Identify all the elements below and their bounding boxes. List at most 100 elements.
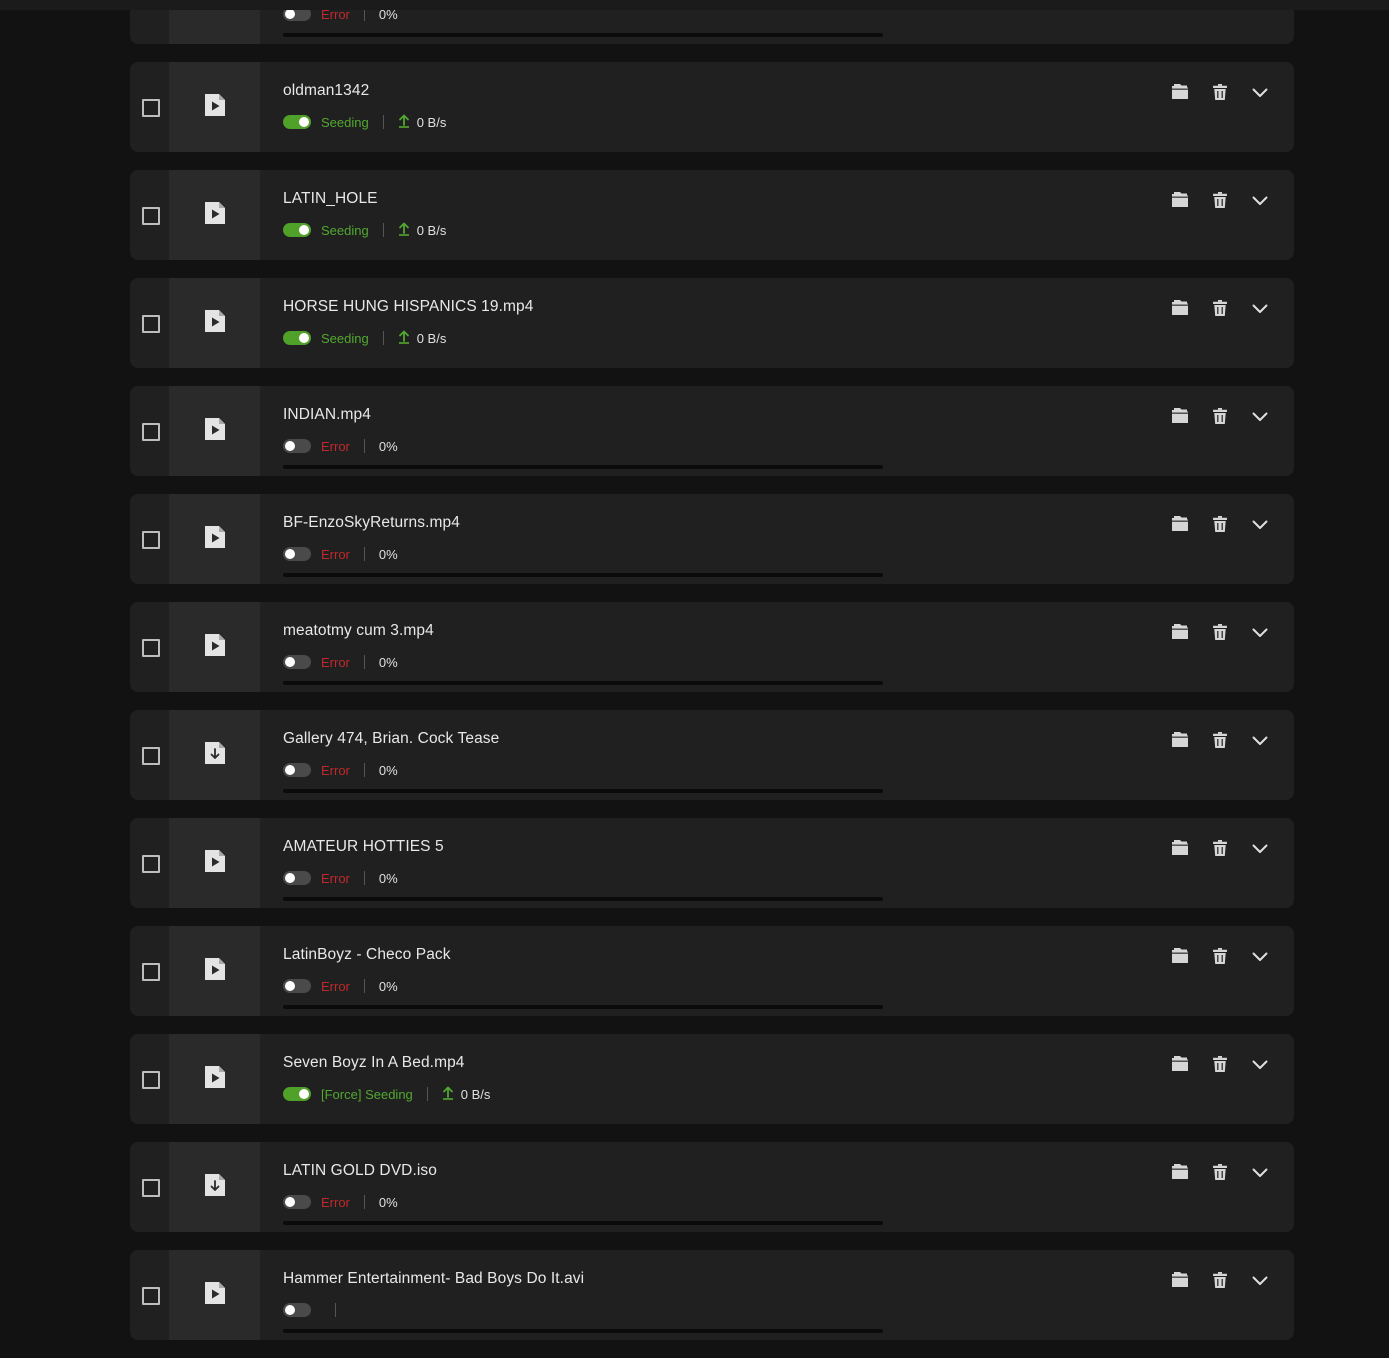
delete-button[interactable] [1208, 1271, 1232, 1292]
thumbnail[interactable] [169, 1142, 260, 1232]
start-stop-toggle[interactable] [283, 763, 311, 777]
delete-button[interactable] [1208, 83, 1232, 104]
open-folder-button[interactable] [1168, 515, 1192, 536]
start-stop-toggle[interactable] [283, 547, 311, 561]
thumbnail[interactable] [169, 386, 260, 476]
torrent-item[interactable]: Hammer Entertainment- Bad Boys Do It.avi [130, 1250, 1294, 1340]
expand-button[interactable] [1248, 516, 1272, 536]
thumbnail[interactable] [169, 1034, 260, 1124]
open-folder-button[interactable] [1168, 1271, 1192, 1292]
thumbnail[interactable] [169, 926, 260, 1016]
torrent-item[interactable]: oldman1342 Seeding 0 B/s [130, 62, 1294, 152]
thumbnail[interactable] [169, 494, 260, 584]
chevron-down-icon [1252, 517, 1268, 535]
start-stop-toggle[interactable] [283, 1087, 311, 1101]
open-folder-button[interactable] [1168, 731, 1192, 752]
torrent-item[interactable]: meatotmy cum 3.mp4 Error 0% [130, 602, 1294, 692]
select-checkbox[interactable] [142, 1179, 160, 1197]
start-stop-toggle[interactable] [283, 223, 311, 237]
select-checkbox[interactable] [142, 639, 160, 657]
start-stop-toggle[interactable] [283, 1303, 311, 1317]
start-stop-toggle[interactable] [283, 871, 311, 885]
torrent-item[interactable]: Seven Boyz In A Bed.mp4 [Force] Seeding … [130, 1034, 1294, 1124]
torrent-item[interactable]: AMATEUR HOTTIES 5 Error 0% [130, 818, 1294, 908]
start-stop-toggle[interactable] [283, 115, 311, 129]
thumbnail[interactable] [169, 602, 260, 692]
delete-button[interactable] [1208, 1163, 1232, 1184]
torrent-item[interactable]: LATIN_HOLE Seeding 0 B/s [130, 170, 1294, 260]
video-file-icon [204, 633, 226, 661]
start-stop-toggle[interactable] [283, 439, 311, 453]
upload-speed: 0 B/s [442, 1086, 490, 1103]
torrent-item[interactable]: Gallery 474, Brian. Cock Tease Error 0% [130, 710, 1294, 800]
thumbnail[interactable] [169, 62, 260, 152]
start-stop-toggle[interactable] [283, 655, 311, 669]
chevron-down-icon [1252, 1057, 1268, 1075]
open-folder-button[interactable] [1168, 83, 1192, 104]
progress-bar [283, 681, 883, 685]
open-folder-button[interactable] [1168, 947, 1192, 968]
delete-button[interactable] [1208, 407, 1232, 428]
select-checkbox[interactable] [142, 531, 160, 549]
expand-button[interactable] [1248, 408, 1272, 428]
torrent-name: oldman1342 [283, 82, 370, 99]
open-folder-button[interactable] [1168, 623, 1192, 644]
expand-button[interactable] [1248, 1272, 1272, 1292]
torrent-item[interactable]: BF-EnzoSkyReturns.mp4 Error 0% [130, 494, 1294, 584]
open-folder-button[interactable] [1168, 299, 1192, 321]
select-checkbox[interactable] [142, 207, 160, 225]
status-text: Error [321, 654, 350, 670]
select-checkbox[interactable] [142, 1071, 160, 1089]
torrent-item[interactable]: INDIAN.mp4 Error 0% [130, 386, 1294, 476]
open-folder-button[interactable] [1168, 191, 1192, 212]
progress-percent: 0% [378, 438, 398, 454]
select-checkbox[interactable] [142, 99, 160, 117]
open-folder-button[interactable] [1168, 1163, 1192, 1184]
upload-arrow-icon [442, 1086, 461, 1103]
expand-button[interactable] [1248, 1056, 1272, 1076]
item-actions [1152, 299, 1272, 321]
open-folder-button[interactable] [1168, 407, 1192, 428]
select-checkbox[interactable] [142, 1287, 160, 1305]
start-stop-toggle[interactable] [283, 979, 311, 993]
torrent-item[interactable]: LatinBoyz - Checo Pack Error 0% [130, 926, 1294, 1016]
open-folder-button[interactable] [1168, 1055, 1192, 1076]
expand-button[interactable] [1248, 84, 1272, 104]
torrent-item[interactable]: HORSE HUNG HISPANICS 19.mp4 Seeding 0 B/… [130, 278, 1294, 368]
expand-button[interactable] [1248, 1164, 1272, 1184]
delete-button[interactable] [1208, 1055, 1232, 1076]
select-checkbox[interactable] [142, 747, 160, 765]
select-checkbox[interactable] [142, 963, 160, 981]
thumbnail[interactable] [169, 170, 260, 260]
delete-button[interactable] [1208, 515, 1232, 536]
delete-button[interactable] [1208, 299, 1232, 320]
expand-button[interactable] [1248, 624, 1272, 644]
thumbnail[interactable] [169, 818, 260, 908]
expand-button[interactable] [1248, 948, 1272, 968]
delete-button[interactable] [1208, 731, 1232, 753]
expand-button[interactable] [1248, 192, 1272, 212]
select-checkbox[interactable] [142, 315, 160, 333]
start-stop-toggle[interactable] [283, 331, 311, 345]
thumbnail[interactable] [169, 1250, 260, 1340]
delete-button[interactable] [1208, 623, 1232, 644]
expand-button[interactable] [1248, 732, 1272, 752]
start-stop-toggle[interactable] [283, 1195, 311, 1209]
status-line: Error 0% [283, 545, 398, 563]
divider [426, 1087, 428, 1101]
folder-icon [1171, 839, 1189, 861]
delete-button[interactable] [1208, 839, 1232, 860]
select-checkbox[interactable] [142, 855, 160, 873]
thumbnail[interactable] [169, 710, 260, 800]
thumbnail[interactable] [169, 278, 260, 368]
folder-icon [1171, 299, 1189, 321]
open-folder-button[interactable] [1168, 839, 1192, 861]
expand-button[interactable] [1248, 840, 1272, 860]
delete-button[interactable] [1208, 947, 1232, 968]
trash-icon [1213, 731, 1227, 753]
expand-button[interactable] [1248, 300, 1272, 320]
delete-button[interactable] [1208, 191, 1232, 212]
status-text: Error [321, 1194, 350, 1210]
select-checkbox[interactable] [142, 423, 160, 441]
torrent-item[interactable]: LATIN GOLD DVD.iso Error 0% [130, 1142, 1294, 1232]
